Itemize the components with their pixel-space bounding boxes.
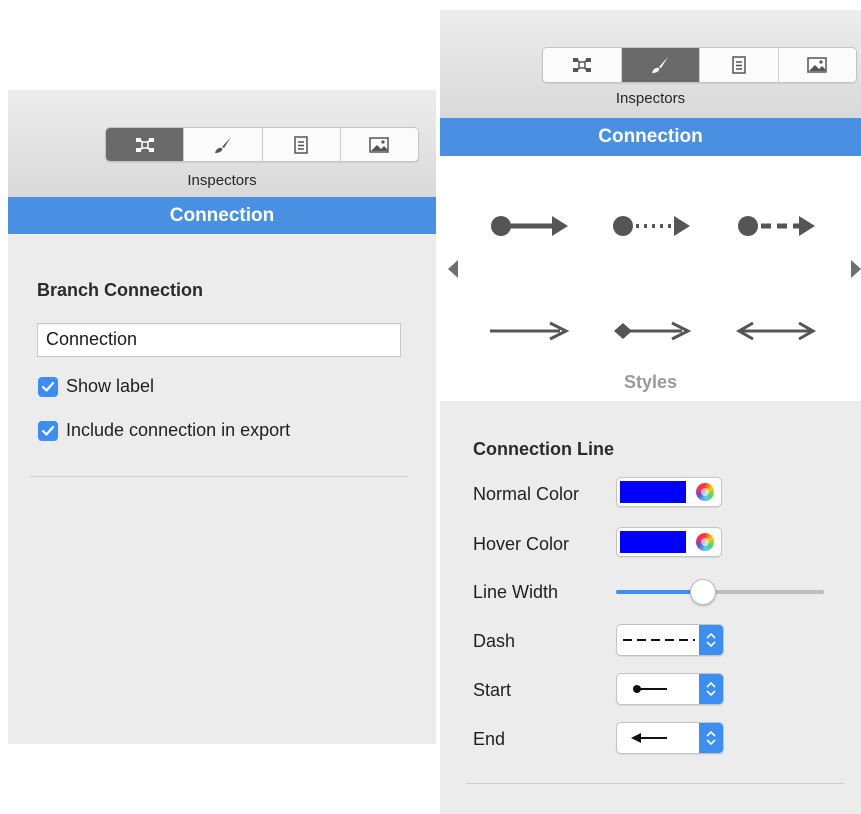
section-divider: [466, 783, 844, 784]
inspector-panel-right: Inspectors Connection Styles Connection …: [440, 10, 861, 814]
image-inspector-tab[interactable]: [339, 128, 418, 161]
include-export-text: Include connection in export: [66, 420, 291, 440]
end-label: End: [473, 729, 506, 749]
show-label-checkbox[interactable]: [38, 376, 58, 397]
normal-color-swatch: [620, 481, 686, 503]
dash-popup[interactable]: [616, 624, 724, 656]
start-label: Start: [473, 680, 512, 700]
dot-solid-arrow-icon[interactable]: [488, 211, 570, 241]
double-arrow-icon[interactable]: [735, 316, 817, 346]
section-title: Connection Line: [473, 439, 614, 459]
connection-name-field[interactable]: Connection: [37, 323, 401, 357]
stepper-chevron-icon[interactable]: [699, 674, 723, 704]
styles-label: Styles: [623, 372, 678, 392]
panel-header: Connection: [8, 197, 436, 234]
previous-styles-arrow-icon[interactable]: [448, 260, 458, 278]
slider-track: [703, 590, 824, 594]
toolbar-label: Inspectors: [187, 172, 257, 189]
dash-label: Dash: [473, 631, 516, 651]
show-label-checkbox-row[interactable]: Show label: [38, 376, 154, 397]
line-width-label: Line Width: [473, 582, 559, 602]
connection-line-section: Connection Line Normal Color Hover Color…: [440, 401, 861, 814]
dot-dashed-arrow-icon[interactable]: [735, 211, 817, 241]
slider-knob[interactable]: [690, 579, 716, 605]
show-label-text: Show label: [66, 376, 155, 396]
document-inspector-tab[interactable]: [699, 48, 778, 82]
panel-header: Connection: [440, 118, 861, 156]
document-inspector-tab[interactable]: [261, 128, 340, 161]
layout-icon: [135, 137, 154, 152]
layout-inspector-tab[interactable]: [543, 48, 621, 82]
dot-dotted-arrow-icon[interactable]: [610, 211, 692, 241]
line-width-slider[interactable]: [616, 577, 824, 607]
inspector-segmented-control: [105, 127, 419, 162]
style-inspector-tab[interactable]: [183, 128, 262, 161]
inspector-panel-left: Inspectors Connection Branch Connection …: [8, 90, 436, 744]
checkmark-icon: [41, 381, 55, 392]
document-icon: [732, 56, 746, 74]
color-wheel-icon[interactable]: [696, 483, 714, 501]
inspector-toolbar: Inspectors: [440, 10, 861, 118]
dashed-line-icon: [623, 639, 695, 641]
image-inspector-tab[interactable]: [777, 48, 856, 82]
brush-icon: [214, 136, 231, 153]
stepper-chevron-icon[interactable]: [699, 723, 723, 753]
image-icon: [369, 136, 390, 153]
hover-color-label: Hover Color: [473, 534, 570, 554]
next-styles-arrow-icon[interactable]: [851, 260, 861, 278]
checkmark-icon: [41, 425, 55, 436]
hover-color-swatch: [620, 531, 686, 553]
style-inspector-tab[interactable]: [620, 48, 699, 82]
start-popup[interactable]: [616, 673, 724, 705]
normal-color-label: Normal Color: [473, 484, 580, 504]
include-export-checkbox-row[interactable]: Include connection in export: [38, 420, 290, 441]
section-title: Branch Connection: [37, 280, 204, 300]
layout-inspector-tab[interactable]: [106, 128, 184, 161]
document-icon: [294, 135, 308, 154]
stepper-chevron-icon[interactable]: [699, 625, 723, 655]
include-export-checkbox[interactable]: [38, 420, 58, 441]
diamond-arrow-icon[interactable]: [610, 316, 692, 346]
toolbar-label: Inspectors: [615, 90, 686, 107]
layout-icon: [572, 58, 591, 72]
inspector-toolbar: Inspectors: [8, 90, 436, 197]
plain-arrow-icon[interactable]: [488, 316, 570, 346]
end-popup[interactable]: [616, 722, 724, 754]
normal-color-well[interactable]: [616, 477, 722, 507]
section-divider: [30, 476, 408, 477]
brush-icon: [652, 57, 669, 73]
color-wheel-icon[interactable]: [696, 533, 714, 551]
styles-carousel: Styles: [440, 156, 861, 401]
hover-color-well[interactable]: [616, 527, 722, 557]
left-arrow-line-icon: [631, 733, 667, 743]
inspector-segmented-control: [542, 47, 857, 83]
image-icon: [807, 57, 827, 73]
dot-line-icon: [633, 685, 667, 693]
